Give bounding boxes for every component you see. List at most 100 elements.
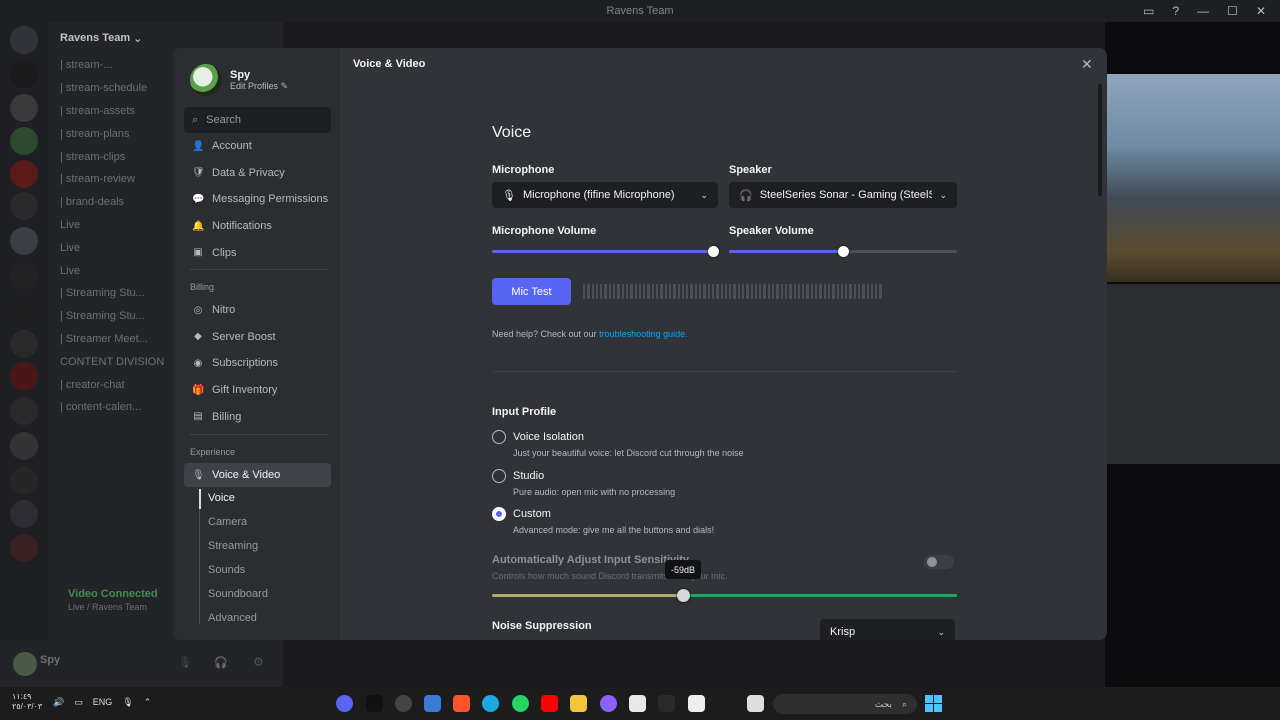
app-taskbar-icon[interactable] [424,695,441,712]
nav-data-privacy[interactable]: 🛡 Data & Privacy [184,161,331,185]
window-controls: ▭ ? — ☐ ✕ [1143,0,1280,22]
server-icon[interactable] [10,362,38,390]
noise-suppression-select[interactable]: Krisp ⌄ [820,619,955,640]
radio-custom[interactable] [492,507,506,522]
server-icon[interactable] [10,297,38,325]
taskbar-search[interactable]: بحث ⌕ [773,694,917,714]
mic-volume-slider[interactable] [492,246,720,257]
headset-icon[interactable]: 🎧 [214,656,228,669]
meter-bar [819,284,822,299]
radio-studio[interactable] [492,468,506,483]
task-view-icon[interactable] [747,695,764,712]
server-icon[interactable] [10,432,38,460]
server-icon[interactable] [10,534,38,562]
nav-voice-video[interactable]: 🎙 Voice & Video [184,463,331,487]
participant-tile[interactable] [1105,284,1280,464]
microphone-select[interactable]: 🎙 Microphone (fifine Microphone) ⌄ [492,182,718,208]
nav-clips[interactable]: ▣ Clips [184,241,331,265]
edge-taskbar-icon[interactable] [482,695,499,712]
meter-bar [789,284,792,299]
brave-taskbar-icon[interactable] [453,695,470,712]
minimize-button[interactable]: — [1197,4,1209,18]
search-input[interactable]: Search [206,114,241,126]
server-icon[interactable] [10,60,38,88]
nav-label: Subscriptions [212,357,279,370]
server-icon[interactable] [10,397,38,425]
server-icon[interactable] [10,262,38,290]
clock[interactable]: ١١:٤٩ ٢٥/٠٣/٠٣ [12,692,42,712]
window-titlebar: Ravens Team [0,0,1280,22]
maximize-button[interactable]: ☐ [1227,4,1238,18]
nav-gift-inventory[interactable]: 🎁 Gift Inventory [184,378,331,402]
radio-voice-isolation[interactable] [492,430,506,444]
epic-taskbar-icon[interactable] [658,695,675,712]
server-icon[interactable] [10,160,38,188]
mic-icon[interactable]: 🎙 [178,656,192,669]
server-icon[interactable] [10,127,38,155]
video-area [1105,22,1280,687]
sensitivity-handle[interactable] [677,589,690,602]
server-icon[interactable] [10,94,38,122]
auto-sensitivity-toggle[interactable] [924,555,954,569]
nav-messaging-permissions[interactable]: 💬 Messaging Permissions [184,187,331,211]
language-indicator[interactable]: ENG [93,697,113,708]
troubleshooting-link[interactable]: troubleshooting guide. [599,329,688,339]
subnav-sounds[interactable]: Sounds [208,564,245,576]
chevron-up-icon[interactable]: ⌃ [144,697,152,708]
server-icon[interactable] [10,192,38,220]
server-icon[interactable] [10,500,38,528]
app-taskbar-icon[interactable] [688,695,705,712]
profile-title: Studio [513,469,545,482]
tiktok-taskbar-icon[interactable] [366,695,383,712]
mic-volume-handle[interactable] [708,246,720,257]
youtube-taskbar-icon[interactable] [541,695,558,712]
server-icon[interactable] [10,330,38,358]
close-icon[interactable]: ✕ [1081,56,1093,73]
subnav-streaming[interactable]: Streaming [208,540,258,552]
meter-bar [647,284,650,299]
help-icon[interactable]: ? [1172,4,1179,18]
mic-volume-fill [492,250,714,253]
whatsapp-taskbar-icon[interactable] [512,695,529,712]
user-avatar[interactable] [13,652,37,676]
subnav-camera[interactable]: Camera [208,516,247,528]
app-taskbar-icon[interactable] [395,695,412,712]
edit-profile-link[interactable]: Edit Profiles ✎ [230,81,288,92]
meter-bar [600,284,603,299]
app-taskbar-icon[interactable] [600,695,617,712]
inbox-icon[interactable]: ▭ [1143,4,1154,18]
speaker-select[interactable]: 🎧 SteelSeries Sonar - Gaming (SteelSer ⌄ [729,182,957,208]
settings-search[interactable]: ⌕ Search [184,107,331,133]
nav-billing[interactable]: ▤ Billing [184,405,331,429]
nav-notifications[interactable]: 🔔 Notifications [184,214,331,238]
speaker-volume-slider[interactable] [729,246,957,257]
mic-tray-icon[interactable]: 🎙 [122,697,133,708]
divider [190,269,328,270]
speaker-volume-handle[interactable] [838,246,849,257]
meter-bar [763,284,766,299]
mic-test-button[interactable]: Mic Test [492,278,571,305]
server-icon[interactable] [10,227,38,255]
subnav-soundboard[interactable]: Soundboard [208,588,268,600]
nav-subscriptions[interactable]: ◉ Subscriptions [184,351,331,375]
windows-start-icon[interactable] [925,695,942,712]
stream-video[interactable] [1105,74,1280,282]
profile-card[interactable]: Spy Edit Profiles ✎ [190,64,288,96]
folder-taskbar-icon[interactable] [570,695,587,712]
close-window-button[interactable]: ✕ [1256,4,1266,18]
store-taskbar-icon[interactable] [629,695,646,712]
nav-account[interactable]: 👤 Account [184,134,331,158]
gear-icon[interactable]: ⚙ [253,655,264,669]
scrollbar[interactable] [1098,84,1102,196]
subnav-advanced[interactable]: Advanced [208,612,257,624]
volume-icon[interactable]: 🔊 [53,697,64,708]
discord-taskbar-icon[interactable] [336,695,353,712]
sensitivity-slider[interactable] [492,594,957,597]
discord-home-icon[interactable] [10,26,38,54]
meter-bar [711,284,715,299]
network-icon[interactable]: ▭ [74,697,83,708]
subnav-voice[interactable]: Voice [208,492,235,504]
nav-nitro[interactable]: ◎ Nitro [184,298,331,322]
nav-server-boost[interactable]: ◆ Server Boost [184,325,331,349]
server-icon[interactable] [10,467,38,495]
